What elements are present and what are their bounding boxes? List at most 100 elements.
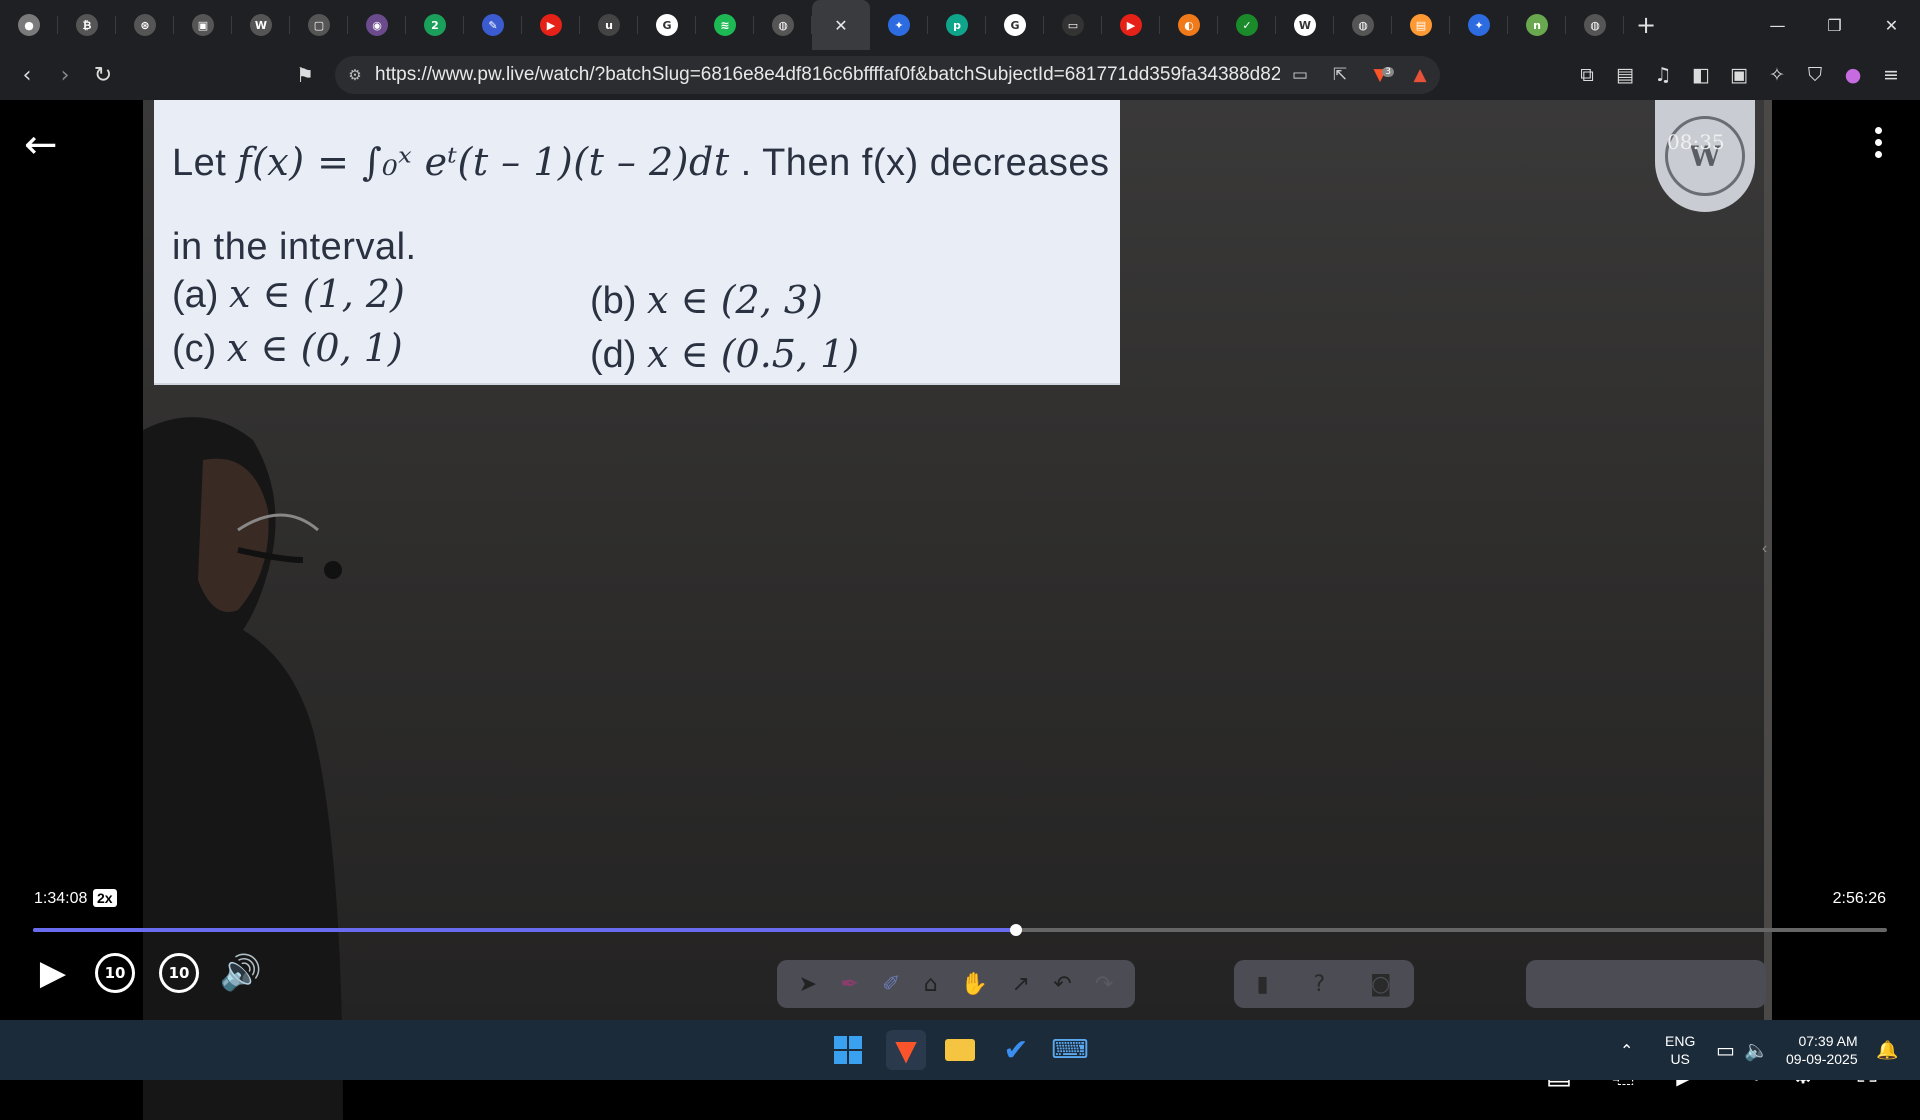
share-icon[interactable]: ⇱ (1320, 65, 1360, 85)
sidebar-icon[interactable]: ◧ (1682, 56, 1720, 94)
start-icon[interactable] (828, 1030, 868, 1070)
brave-shields-icon[interactable]: ▼ 3 (1360, 65, 1400, 85)
speaker-icon[interactable]: 🔈 (1744, 1020, 1769, 1080)
back-arrow-icon[interactable]: ← (24, 122, 64, 168)
youtube-icon: ▶ (1120, 14, 1142, 36)
browser-tab[interactable]: ● (0, 0, 58, 50)
globe-icon: ◍ (1352, 14, 1374, 36)
question-suffix: . Then f(x) decreases (729, 142, 1110, 184)
question-card: Let f(x) = ∫₀ˣ eᵗ(t – 1)(t – 2)dt . Then… (154, 100, 1120, 385)
browser-tab[interactable]: W (1276, 0, 1334, 50)
media-icon[interactable]: ♫ (1644, 56, 1682, 94)
keyboard-icon[interactable]: ⌨ (1050, 1030, 1090, 1070)
close-tab-icon[interactable]: ✕ (830, 14, 852, 36)
browser-tab[interactable]: ✓ (1218, 0, 1276, 50)
total-time: 2:56:26 (1832, 890, 1886, 907)
language-indicator[interactable]: ENG US (1665, 1032, 1695, 1068)
toolbar-right: ⧉ ▤ ♫ ◧ ▣ ✧ ⛉ ● ≡ (1568, 56, 1910, 94)
vpn-icon[interactable]: ⛉ (1796, 56, 1834, 94)
browser-tab[interactable]: u (580, 0, 638, 50)
rewind-10-icon[interactable]: 10 (92, 950, 138, 996)
browser-tab[interactable]: ✦ (1450, 0, 1508, 50)
bookmark-icon[interactable]: ⚑ (292, 62, 318, 88)
option-b: (b) x ∈ (2, 3) (590, 278, 823, 323)
youtube-icon: ▶ (540, 14, 562, 36)
pw-logo: W (1655, 100, 1755, 212)
address-bar[interactable]: ⚙ https://www.pw.live/watch/?batchSlug=6… (335, 56, 1440, 94)
notification-bell-icon[interactable]: 🔔 (1876, 1020, 1898, 1080)
browser-tab[interactable]: ◍ (1334, 0, 1392, 50)
undo-icon: ↶ (1053, 971, 1072, 997)
browser-tab[interactable]: p (928, 0, 986, 50)
progress-bar[interactable] (33, 924, 1887, 936)
progress-knob[interactable] (1009, 924, 1022, 936)
option-c: (c) x ∈ (0, 1) (172, 326, 403, 371)
video-player[interactable]: Let f(x) = ∫₀ˣ eᵗ(t – 1)(t – 2)dt . Then… (0, 100, 1920, 1120)
more-options-icon[interactable] (1866, 124, 1890, 164)
browser-tab[interactable]: ▶ (522, 0, 580, 50)
shields-badge: 3 (1382, 67, 1394, 77)
pointer-icon: ➤ (798, 971, 818, 997)
browser-tab[interactable]: ✎ (464, 0, 522, 50)
question-line-1: Let f(x) = ∫₀ˣ eᵗ(t – 1)(t – 2)dt . Then… (172, 140, 1110, 185)
tray-chevron-icon[interactable]: ⌃ (1620, 1020, 1633, 1080)
browser-tab[interactable]: ▶ (1102, 0, 1160, 50)
browser-tab[interactable]: ⊛ (116, 0, 174, 50)
profile-icon[interactable]: ● (1834, 56, 1872, 94)
right-toolbar-bg (1526, 960, 1766, 1008)
network-icon[interactable]: ▭ (1716, 1020, 1735, 1080)
cast-icon[interactable]: ▭ (1280, 65, 1320, 85)
back-icon[interactable]: ‹ (8, 56, 46, 94)
brave-taskbar-icon[interactable]: ▼ (886, 1030, 926, 1070)
browser-tab[interactable]: 2 (406, 0, 464, 50)
forward-icon[interactable]: › (46, 56, 84, 94)
option-c-label: (c) (172, 328, 227, 370)
browser-tab[interactable]: ◍ (754, 0, 812, 50)
speed-badge[interactable]: 2x (93, 889, 117, 907)
green-app-icon: ✓ (1236, 14, 1258, 36)
browser-tab[interactable]: ✕ (812, 0, 870, 50)
todo-icon[interactable]: ✔ (996, 1030, 1036, 1070)
hand-icon: ✋ (960, 971, 989, 997)
browser-tab[interactable]: G (638, 0, 696, 50)
browser-tab[interactable]: ≋ (696, 0, 754, 50)
browser-tab[interactable]: ₿ (58, 0, 116, 50)
minimize-icon[interactable]: — (1749, 0, 1806, 50)
leo-icon[interactable]: ✧ (1758, 56, 1796, 94)
wallet-icon[interactable]: ▣ (1720, 56, 1758, 94)
language-line-1: ENG (1665, 1033, 1696, 1049)
forward-10-icon[interactable]: 10 (156, 950, 202, 996)
url-text[interactable]: https://www.pw.live/watch/?batchSlug=681… (375, 64, 1280, 86)
browser-tab[interactable]: W (232, 0, 290, 50)
site-settings-icon[interactable]: ⚙ (335, 66, 375, 84)
rewards-icon[interactable]: ▲ (1400, 65, 1440, 85)
restore-icon[interactable]: ❐ (1806, 0, 1863, 50)
volume-icon[interactable]: 🔊 (218, 950, 264, 996)
reader-icon[interactable]: ▤ (1606, 56, 1644, 94)
browser-tab[interactable]: ▭ (1044, 0, 1102, 50)
browser-tab[interactable]: ◐ (1160, 0, 1218, 50)
browser-tab[interactable]: ▣ (174, 0, 232, 50)
file-explorer-icon[interactable] (940, 1030, 980, 1070)
tab-strip: ● ₿ ⊛ ▣ W ▢ ◉ 2 ✎ ▶ u G ≋ ◍ ✕ ✦ p G ▭ ▶ ◐ ✓ W ◍ ▤ ✦ n ◍ + (0, 0, 1920, 50)
browser-tab[interactable]: n (1508, 0, 1566, 50)
clock[interactable]: 07:39 AM 09-09-2025 (1786, 1032, 1858, 1068)
browser-tab[interactable]: ▤ (1392, 0, 1450, 50)
browser-tab[interactable]: ✦ (870, 0, 928, 50)
whiteboard-toolbar: ➤ ✒ ✐ ⌂ ✋ ↗ ↶ ↷ (777, 960, 1135, 1008)
extensions-icon[interactable]: ⧉ (1568, 56, 1606, 94)
wikipedia-icon: W (1294, 14, 1316, 36)
browser-tab[interactable]: ◉ (348, 0, 406, 50)
close-window-icon[interactable]: ✕ (1863, 0, 1920, 50)
globe-icon: ◍ (772, 14, 794, 36)
browser-tab[interactable]: G (986, 0, 1044, 50)
menu-icon[interactable]: ≡ (1872, 56, 1910, 94)
rewind-10-label: 10 (95, 953, 135, 993)
side-panel-chevron-icon[interactable]: ‹ (1762, 540, 1767, 558)
globe-icon: ◍ (1584, 14, 1606, 36)
play-icon[interactable]: ▶ (30, 950, 76, 996)
new-tab-icon[interactable]: + (1624, 0, 1668, 50)
browser-tab[interactable]: ◍ (1566, 0, 1624, 50)
browser-tab[interactable]: ▢ (290, 0, 348, 50)
reload-icon[interactable]: ↻ (84, 56, 122, 94)
